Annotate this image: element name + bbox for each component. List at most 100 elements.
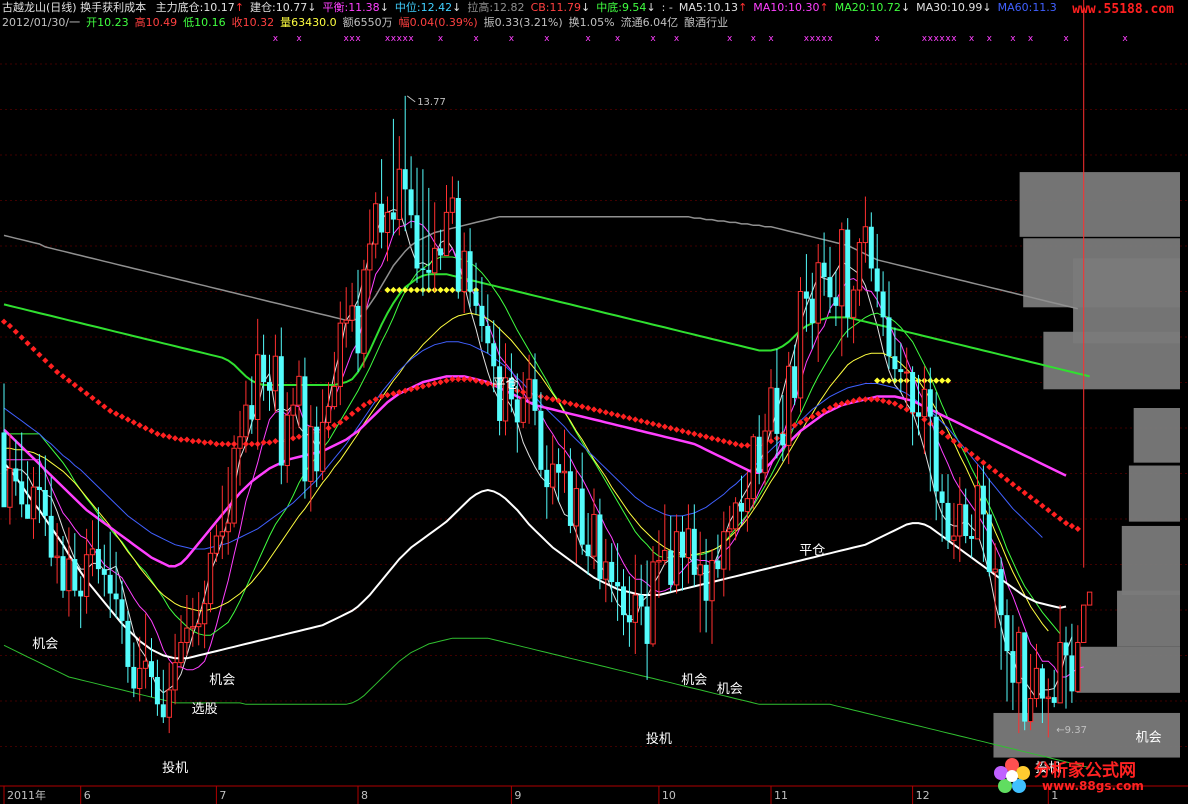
candle-body: [467, 251, 473, 292]
candle: [172, 633, 178, 705]
grid: [0, 63, 1188, 747]
arrow-up-icon: ↑: [738, 1, 748, 14]
candle: [744, 471, 751, 532]
signal-mark: x: [438, 34, 444, 44]
candle: [408, 156, 414, 229]
candle-body: [60, 556, 66, 591]
indicator-field: MA60:11.3: [998, 1, 1057, 14]
candle-body: [803, 291, 809, 299]
candle: [384, 196, 391, 262]
candle-body: [839, 229, 845, 307]
indicator-label: 主力底仓:: [155, 1, 204, 14]
x-axis-label: 9: [514, 789, 521, 802]
candle: [898, 343, 904, 393]
candle-body: [284, 414, 290, 467]
candle-body: [526, 378, 532, 399]
chip-dot: [413, 286, 421, 294]
candle: [945, 474, 951, 549]
quote-field: 2012/01/30/一: [2, 16, 81, 29]
candle: [473, 262, 479, 315]
candle: [267, 354, 272, 411]
candle: [685, 504, 692, 584]
candle-body: [343, 319, 349, 324]
candle-body: [1057, 641, 1063, 704]
cb-dot: [608, 410, 615, 417]
chip-bar: [1019, 172, 1180, 237]
cb-dot: [673, 426, 680, 433]
indicator-field: 中位:12.42↓: [395, 1, 461, 14]
candle: [249, 376, 255, 434]
chip-bar: [1043, 331, 1180, 390]
candle: [414, 167, 420, 283]
cb-dot: [579, 403, 586, 410]
candle-body: [19, 481, 25, 505]
chip-dot: [437, 286, 444, 294]
quote-field: 低10.16: [183, 16, 226, 29]
candle-body: [721, 531, 727, 570]
candle-body: [1, 432, 7, 508]
indicator-value: 10.13: [706, 1, 739, 14]
candle-body: [520, 397, 526, 423]
candle-body: [715, 560, 721, 570]
candle-body: [42, 489, 48, 516]
signal-mark: x: [969, 34, 975, 44]
candle: [992, 543, 998, 629]
candle-body: [308, 426, 314, 482]
cb-dot: [885, 399, 893, 406]
cb-dot: [53, 368, 61, 376]
candle-body: [349, 305, 355, 321]
candle-body: [916, 412, 921, 417]
cb-dot: [1056, 515, 1064, 522]
x-axis-label: 7: [219, 789, 226, 802]
x-axis-label: 2011年: [7, 788, 46, 802]
cb-dot: [219, 440, 226, 448]
candle: [367, 209, 373, 299]
cb-dot: [1009, 481, 1017, 488]
indicator-header: 古越龙山(日线) 换手获利成本 主力底仓:10.17↑ 建仓:10.77↓ 平衡:1…: [2, 1, 1063, 15]
cb-dot: [30, 345, 37, 353]
cb-dot: [1045, 507, 1052, 514]
candle: [113, 551, 119, 619]
candle-body: [615, 582, 621, 587]
candle-body: [1010, 651, 1016, 683]
candle-body: [921, 388, 928, 418]
indicator-field: 中底:9.54↓: [596, 1, 655, 14]
candle-body: [957, 503, 963, 537]
cb-dot: [638, 417, 645, 425]
cb-dot: [986, 463, 993, 471]
candle-body: [638, 595, 644, 607]
candle-body: [261, 354, 267, 383]
candle-body: [833, 297, 839, 306]
cb-dot: [107, 407, 114, 414]
cb-dot: [437, 378, 444, 386]
candle-body: [821, 262, 827, 278]
candle: [432, 202, 438, 292]
candle-body: [455, 197, 461, 292]
candle: [196, 592, 202, 646]
quote-field: 量63430.0: [280, 16, 337, 29]
candle: [579, 452, 585, 555]
candle-body: [331, 385, 338, 408]
candle: [768, 369, 774, 440]
candle-body: [420, 268, 426, 270]
candle-body: [1075, 641, 1081, 692]
line-拉高: [3, 215, 1078, 322]
candle: [72, 533, 78, 597]
cb-dot: [974, 455, 981, 462]
indicator-value: 10.30: [788, 1, 820, 14]
dotted-筹码: [384, 286, 952, 384]
candle: [721, 511, 727, 597]
candle: [325, 382, 332, 439]
candle: [939, 474, 945, 542]
cb-dot: [573, 402, 580, 409]
chart-title: 古越龙山(日线) 换手获利成本: [2, 1, 147, 14]
candlestick-chart[interactable]: x x x x x x x x x x x x x x x x x x x x x x x x x x x x x x x x x x x x x x x1…: [0, 0, 1188, 804]
candle-body: [255, 354, 261, 421]
candle: [927, 367, 933, 492]
candle-body: [36, 487, 42, 490]
candle: [691, 504, 697, 587]
quote-field: 开10.23: [86, 16, 129, 29]
candle-body: [78, 590, 84, 597]
candle-body: [1069, 655, 1075, 692]
candle: [89, 520, 96, 577]
